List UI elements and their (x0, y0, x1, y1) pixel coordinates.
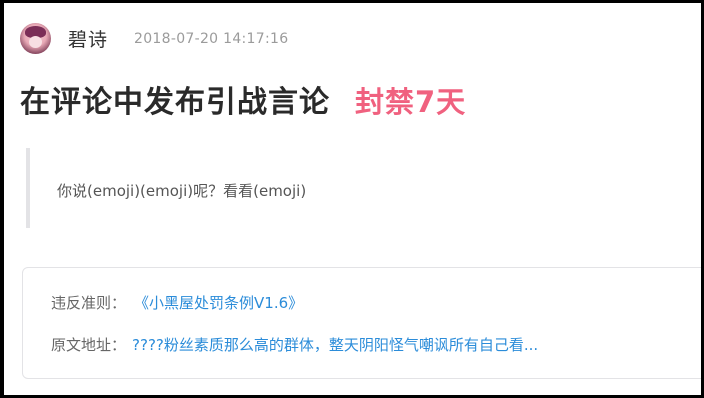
username[interactable]: 碧诗 (68, 25, 108, 52)
source-row: 原文地址： ????粉丝素质那么高的群体，整天阴阳怪气嘲讽所有自己看... (51, 334, 538, 355)
violation-title: 在评论中发布引战言论 (20, 85, 330, 120)
rule-link[interactable]: 《小黑屋处罚条例V1.6》 (134, 292, 303, 313)
rule-row: 违反准则： 《小黑屋处罚条例V1.6》 (51, 292, 303, 313)
timestamp: 2018-07-20 14:17:16 (134, 30, 289, 47)
user-avatar[interactable] (20, 23, 51, 54)
violation-info-card: 违反准则： 《小黑屋处罚条例V1.6》 原文地址： ????粉丝素质那么高的群体… (22, 267, 701, 379)
quoted-comment-text: 你说(emoji)(emoji)呢？看看(emoji) (57, 182, 307, 200)
penalty-badge: 封禁7天 (355, 85, 467, 119)
title-row: 在评论中发布引战言论 封禁7天 (20, 77, 466, 121)
rule-label: 违反准则： (51, 294, 127, 312)
source-link[interactable]: ????粉丝素质那么高的群体，整天阴阳怪气嘲讽所有自己看... (132, 334, 538, 355)
quoted-comment: 你说(emoji)(emoji)呢？看看(emoji) (26, 148, 690, 228)
source-label: 原文地址： (51, 336, 127, 354)
record-header: 碧诗 2018-07-20 14:17:16 (20, 23, 288, 54)
ban-record-panel: 碧诗 2018-07-20 14:17:16 在评论中发布引战言论 封禁7天 你… (4, 3, 701, 395)
